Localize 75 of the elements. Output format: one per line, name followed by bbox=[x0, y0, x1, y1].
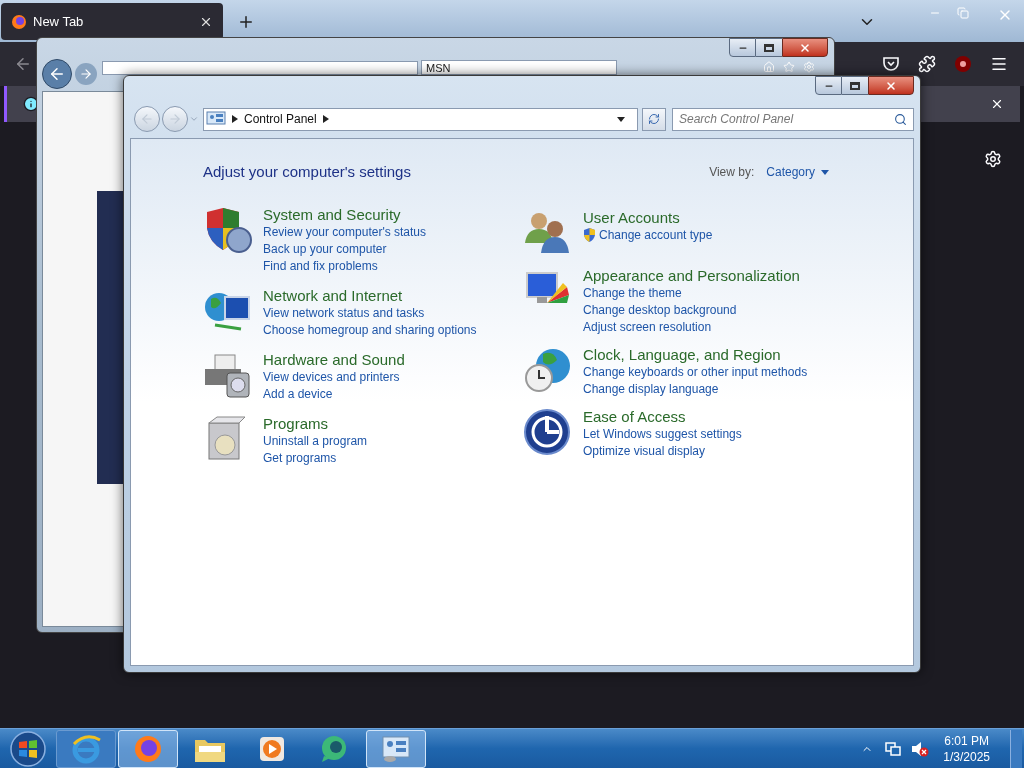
browser-e-icon bbox=[70, 733, 102, 764]
task-link[interactable]: Add a device bbox=[263, 385, 333, 403]
task-link[interactable]: Change account type bbox=[599, 226, 713, 244]
settings-icon[interactable] bbox=[984, 150, 1002, 168]
task-link[interactable]: Find and fix problems bbox=[263, 257, 378, 275]
close-icon bbox=[885, 79, 897, 92]
category-title-link[interactable]: User Accounts bbox=[583, 208, 713, 227]
star-icon[interactable] bbox=[783, 61, 795, 73]
address-field[interactable]: Control Panel bbox=[203, 107, 639, 131]
maximize-button[interactable] bbox=[842, 76, 868, 95]
refresh-button[interactable] bbox=[642, 107, 666, 131]
address-field[interactable] bbox=[102, 61, 418, 75]
task-link[interactable]: View network status and tasks bbox=[263, 304, 425, 322]
task-link[interactable]: Adjust screen resolution bbox=[583, 318, 712, 336]
view-by-dropdown[interactable]: Category bbox=[766, 163, 829, 182]
close-button[interactable] bbox=[868, 76, 914, 95]
dropdown-icon[interactable] bbox=[617, 116, 626, 122]
maximize-icon bbox=[850, 81, 860, 90]
category-title-link[interactable]: Programs bbox=[263, 414, 368, 433]
task-link[interactable]: Uninstall a program bbox=[263, 432, 368, 450]
category-title-link[interactable]: System and Security bbox=[263, 205, 427, 224]
minimize-button[interactable] bbox=[729, 38, 756, 57]
maximize-icon bbox=[764, 43, 774, 52]
task-link[interactable]: Change display language bbox=[583, 380, 719, 398]
clock-date: 1/3/2025 bbox=[943, 748, 990, 765]
new-tab-icon[interactable] bbox=[237, 13, 255, 31]
browser-tab[interactable]: MSN bbox=[421, 60, 617, 75]
pocket-icon[interactable] bbox=[882, 55, 900, 73]
view-by-label: View by: bbox=[709, 164, 755, 182]
page-heading: Adjust your computer's settings bbox=[203, 162, 412, 182]
fox-globe-icon bbox=[133, 733, 163, 764]
close-button[interactable] bbox=[782, 38, 828, 57]
task-link[interactable]: Change keyboards or other input methods bbox=[583, 363, 808, 381]
category-title-link[interactable]: Appearance and Personalization bbox=[583, 266, 800, 285]
category-title-link[interactable]: Network and Internet bbox=[263, 286, 477, 305]
task-link[interactable]: View devices and printers bbox=[263, 368, 400, 386]
refresh-icon bbox=[648, 113, 661, 125]
task-link[interactable]: Change desktop background bbox=[583, 301, 737, 319]
clock[interactable]: 6:01 PM 1/3/2025 bbox=[943, 732, 990, 765]
breadcrumb-arrow-icon[interactable] bbox=[232, 115, 238, 123]
task-link[interactable]: Back up your computer bbox=[263, 240, 387, 258]
task-link[interactable]: Change the theme bbox=[583, 284, 682, 302]
task-link[interactable]: Let Windows suggest settings bbox=[583, 425, 742, 443]
tab-title: MSN bbox=[426, 61, 451, 74]
browser-tab[interactable]: New Tab bbox=[1, 3, 223, 40]
breadcrumb[interactable]: Control Panel bbox=[244, 110, 317, 128]
task-link[interactable]: Choose homegroup and sharing options bbox=[263, 321, 477, 339]
search-icon[interactable] bbox=[894, 112, 907, 126]
back-icon[interactable] bbox=[14, 55, 32, 73]
caret-icon bbox=[821, 169, 829, 175]
task-link[interactable]: Get programs bbox=[263, 449, 337, 467]
control-panel-icon bbox=[380, 733, 412, 764]
play-icon bbox=[258, 734, 286, 763]
maximize-button[interactable] bbox=[756, 38, 782, 57]
close-icon[interactable] bbox=[990, 97, 1004, 111]
breadcrumb-arrow-icon[interactable] bbox=[322, 115, 329, 123]
shield-badge-icon[interactable] bbox=[954, 55, 972, 73]
tab-title: New Tab bbox=[33, 12, 85, 31]
search-field[interactable]: Search Control Panel bbox=[672, 107, 914, 131]
muted-speaker-icon[interactable] bbox=[911, 740, 930, 757]
close-icon bbox=[799, 41, 811, 54]
category-title-link[interactable]: Ease of Access bbox=[583, 407, 742, 426]
clock-time: 6:01 PM bbox=[944, 732, 989, 749]
minimize-button[interactable] bbox=[815, 76, 842, 95]
fox-globe-icon bbox=[11, 13, 27, 30]
task-link[interactable]: Optimize visual display bbox=[583, 442, 706, 460]
puzzle-icon[interactable] bbox=[918, 55, 936, 73]
category-title-link[interactable]: Clock, Language, and Region bbox=[583, 345, 808, 364]
menu-icon[interactable] bbox=[990, 55, 1008, 73]
search-input[interactable]: Search Control Panel bbox=[679, 110, 894, 128]
category-title-link[interactable]: Hardware and Sound bbox=[263, 350, 405, 369]
network-icon[interactable] bbox=[885, 740, 902, 757]
back-button[interactable] bbox=[42, 59, 72, 89]
task-link[interactable]: Review your computer's status bbox=[263, 223, 427, 241]
control-panel-icon bbox=[206, 111, 226, 127]
